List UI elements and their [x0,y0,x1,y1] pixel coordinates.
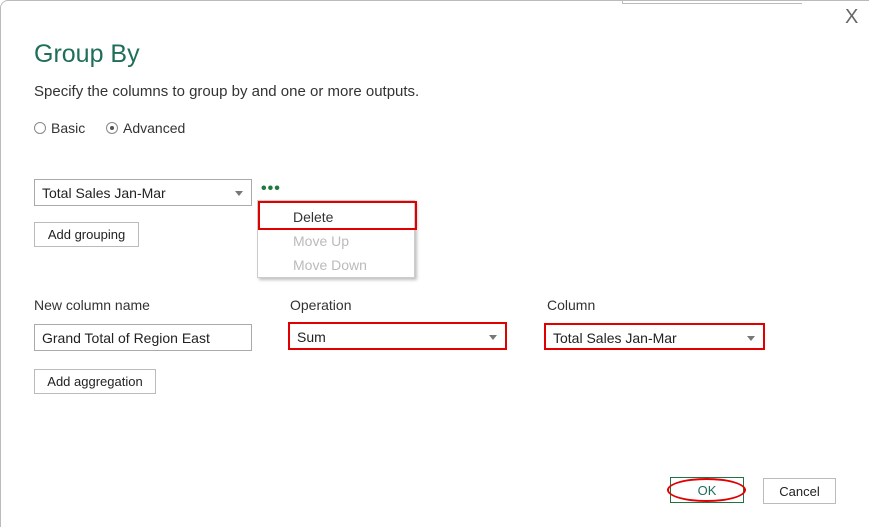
menu-item-move-up: Move Up [293,233,350,249]
grouping-column-select[interactable]: Total Sales Jan-Mar [34,179,252,206]
ok-highlight-ellipse [667,478,746,502]
add-aggregation-button[interactable]: Add aggregation [34,369,156,394]
dialog-title: Group By [34,40,140,68]
new-column-label: New column name [34,297,150,313]
chevron-down-icon [489,335,497,340]
column-value: Total Sales Jan-Mar [553,330,677,346]
operation-value: Sum [297,329,326,345]
dialog-subtitle: Specify the columns to group by and one … [34,83,420,100]
more-options-icon[interactable]: ••• [261,180,281,198]
column-select[interactable]: Total Sales Jan-Mar [544,323,765,350]
dialog-frame [0,0,869,527]
radio-selected-icon [106,122,118,134]
menu-item-delete[interactable]: Delete [293,209,333,225]
background-window-fragment [622,0,802,4]
radio-advanced[interactable]: Advanced [106,120,185,136]
cancel-button[interactable]: Cancel [763,478,836,504]
chevron-down-icon [747,336,755,341]
radio-basic[interactable]: Basic [34,120,85,136]
radio-basic-label: Basic [51,120,86,136]
grouping-column-value: Total Sales Jan-Mar [42,185,166,201]
add-grouping-button[interactable]: Add grouping [34,222,139,247]
operation-select[interactable]: Sum [288,322,507,350]
chevron-down-icon [235,191,243,196]
menu-item-move-down: Move Down [293,257,367,273]
delete-highlight [258,201,417,230]
new-column-name-input[interactable]: Grand Total of Region East [34,324,252,351]
radio-advanced-label: Advanced [123,120,186,136]
operation-label: Operation [290,297,352,313]
close-icon[interactable]: X [845,6,858,29]
column-label: Column [547,297,596,313]
radio-icon [34,122,46,134]
context-menu: Delete Move Up Move Down [257,200,417,278]
